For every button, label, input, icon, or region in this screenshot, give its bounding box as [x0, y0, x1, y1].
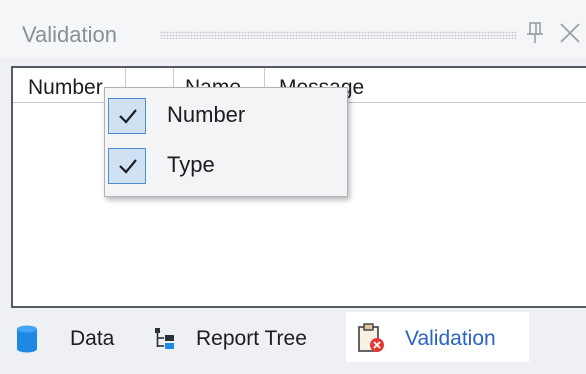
drag-grip[interactable] [160, 31, 517, 39]
column-chooser-menu: Number Type [104, 87, 348, 197]
menu-item-label: Type [167, 152, 215, 177]
tree-icon [154, 327, 176, 356]
database-icon [16, 325, 38, 358]
tab-label: Report Tree [196, 327, 307, 350]
tab-label: Validation [405, 327, 496, 350]
panel-titlebar[interactable]: Validation [0, 0, 586, 58]
tab-data[interactable]: Data [6, 312, 136, 362]
pin-icon[interactable] [521, 18, 551, 48]
clipboard-error-icon [356, 322, 386, 359]
bottom-tab-strip: Data Report Tree Validation [0, 312, 586, 374]
check-icon [108, 148, 146, 184]
menu-item-label: Number [167, 102, 246, 127]
menu-item-type[interactable]: Type [105, 144, 347, 188]
menu-item-number[interactable]: Number [105, 94, 347, 138]
tab-report-tree[interactable]: Report Tree [146, 312, 342, 362]
panel-title: Validation [22, 22, 117, 47]
tab-validation[interactable]: Validation [346, 312, 529, 362]
close-icon[interactable] [555, 18, 585, 48]
validation-panel: Validation Number Name Message [0, 0, 586, 374]
check-icon [108, 98, 146, 134]
tab-label: Data [70, 327, 115, 350]
